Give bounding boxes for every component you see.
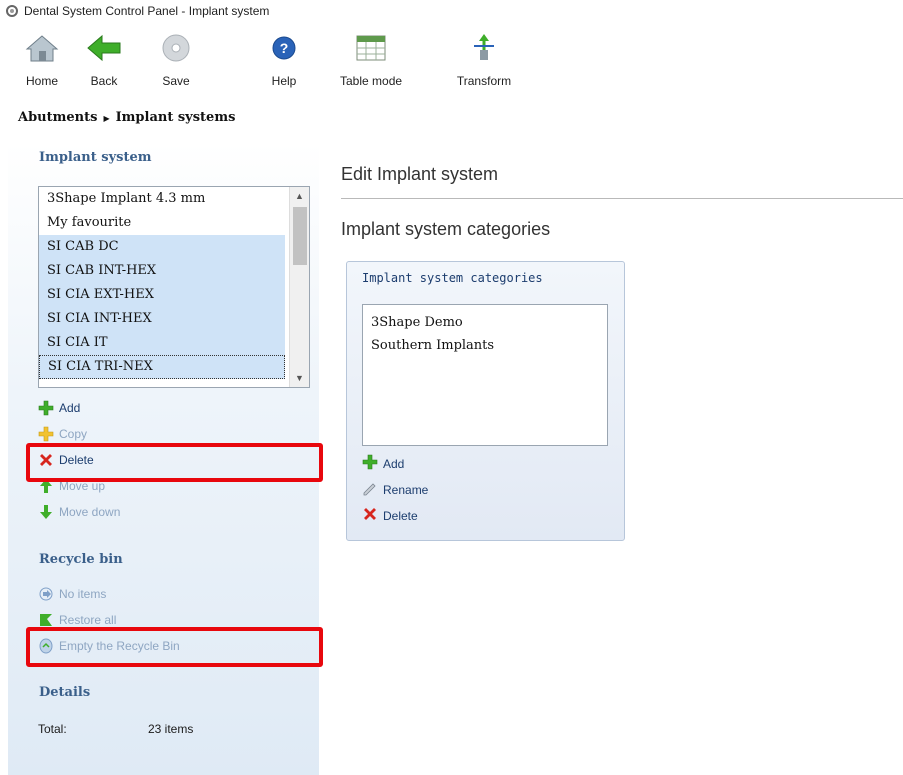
- categories-list[interactable]: 3Shape Demo Southern Implants: [362, 304, 608, 446]
- rename-pencil-icon: [362, 480, 378, 499]
- scroll-up-icon[interactable]: ▲: [290, 187, 309, 205]
- home-button[interactable]: Home: [14, 24, 70, 88]
- help-button[interactable]: ? Help: [256, 24, 312, 88]
- scroll-down-icon[interactable]: ▼: [290, 369, 309, 387]
- delete-category-label: Delete: [383, 508, 418, 523]
- transform-button[interactable]: Transform: [456, 24, 512, 88]
- rename-category-button[interactable]: Rename: [362, 480, 428, 499]
- table-mode-button[interactable]: Table mode: [340, 24, 402, 88]
- add-implant-button[interactable]: Add: [38, 400, 80, 416]
- list-item[interactable]: 3Shape Implant 4.3 mm: [39, 187, 285, 211]
- implant-system-categories-title: Implant system categories: [341, 219, 551, 239]
- breadcrumb: Abutments ▶ Implant systems: [18, 110, 235, 125]
- table-mode-label: Table mode: [340, 74, 403, 88]
- delete-highlight-box: [26, 443, 323, 482]
- add-label: Add: [59, 401, 81, 415]
- title-divider: [341, 198, 903, 199]
- recycle-no-items: No items: [38, 586, 106, 602]
- empty-bin-highlight-box: [26, 627, 323, 667]
- list-item[interactable]: SI CAB INT-HEX: [39, 259, 285, 283]
- delete-category-button[interactable]: Delete: [362, 506, 418, 525]
- save-label: Save: [162, 74, 190, 88]
- breadcrumb-separator-icon: ▶: [103, 112, 110, 123]
- list-item[interactable]: My favourite: [39, 211, 285, 235]
- toolbar: Home Back Save ? Help Table mode Transfo…: [0, 24, 903, 100]
- transform-icon: [456, 24, 512, 72]
- home-icon: [14, 24, 70, 72]
- total-label: Total:: [38, 722, 67, 736]
- delete-icon: [362, 506, 378, 525]
- add-icon: [362, 454, 378, 473]
- list-item[interactable]: SI CIA IT: [39, 331, 285, 355]
- save-button[interactable]: Save: [148, 24, 204, 88]
- arrow-right-icon: [38, 586, 54, 602]
- svg-text:?: ?: [280, 40, 289, 56]
- details-total: Total: 23 items: [38, 722, 193, 736]
- add-category-label: Add: [383, 456, 405, 471]
- add-icon: [38, 400, 54, 416]
- list-scrollbar[interactable]: ▲ ▼: [289, 187, 309, 387]
- list-item[interactable]: SI CIA TRI-NEX: [39, 355, 285, 379]
- restore-all-button[interactable]: Restore all: [38, 612, 116, 628]
- implant-system-heading: Implant system: [39, 150, 152, 165]
- move-down-label: Move down: [59, 505, 121, 519]
- move-down-icon: [38, 504, 54, 520]
- back-button[interactable]: Back: [76, 24, 132, 88]
- move-down-button[interactable]: Move down: [38, 504, 120, 520]
- details-heading: Details: [39, 685, 91, 700]
- list-item[interactable]: SI CAB DC: [39, 235, 285, 259]
- recycle-bin-heading: Recycle bin: [39, 552, 123, 567]
- breadcrumb-implant-systems[interactable]: Implant systems: [116, 110, 236, 125]
- window-titlebar: Dental System Control Panel - Implant sy…: [0, 0, 903, 22]
- breadcrumb-abutments[interactable]: Abutments: [18, 110, 97, 125]
- restore-all-label: Restore all: [59, 613, 117, 627]
- scroll-thumb[interactable]: [293, 207, 307, 265]
- back-label: Back: [90, 74, 118, 88]
- help-icon: ?: [256, 24, 312, 72]
- app-icon: [6, 5, 18, 17]
- copy-implant-button[interactable]: Copy: [38, 426, 87, 442]
- window-title: Dental System Control Panel - Implant sy…: [24, 4, 270, 18]
- categories-panel: Implant system categories 3Shape Demo So…: [346, 261, 625, 541]
- copy-label: Copy: [59, 427, 88, 441]
- copy-icon: [38, 426, 54, 442]
- rename-category-label: Rename: [383, 482, 429, 497]
- transform-label: Transform: [456, 74, 512, 88]
- list-item[interactable]: SI CIA INT-HEX: [39, 307, 285, 331]
- list-item[interactable]: 3Shape Demo: [371, 311, 599, 334]
- save-disc-icon: [148, 24, 204, 72]
- list-item[interactable]: Southern Implants: [371, 334, 599, 357]
- help-label: Help: [271, 74, 297, 88]
- implant-system-list[interactable]: 3Shape Implant 4.3 mm My favourite SI CA…: [38, 186, 310, 388]
- categories-panel-title: Implant system categories: [362, 271, 543, 285]
- home-label: Home: [25, 74, 58, 88]
- table-icon: [343, 24, 399, 72]
- edit-implant-system-title: Edit Implant system: [341, 164, 499, 184]
- no-items-label: No items: [59, 587, 107, 601]
- add-category-button[interactable]: Add: [362, 454, 404, 473]
- list-item[interactable]: SI CIA EXT-HEX: [39, 283, 285, 307]
- restore-icon: [38, 612, 54, 628]
- back-arrow-icon: [76, 24, 132, 72]
- total-value: 23 items: [148, 722, 194, 736]
